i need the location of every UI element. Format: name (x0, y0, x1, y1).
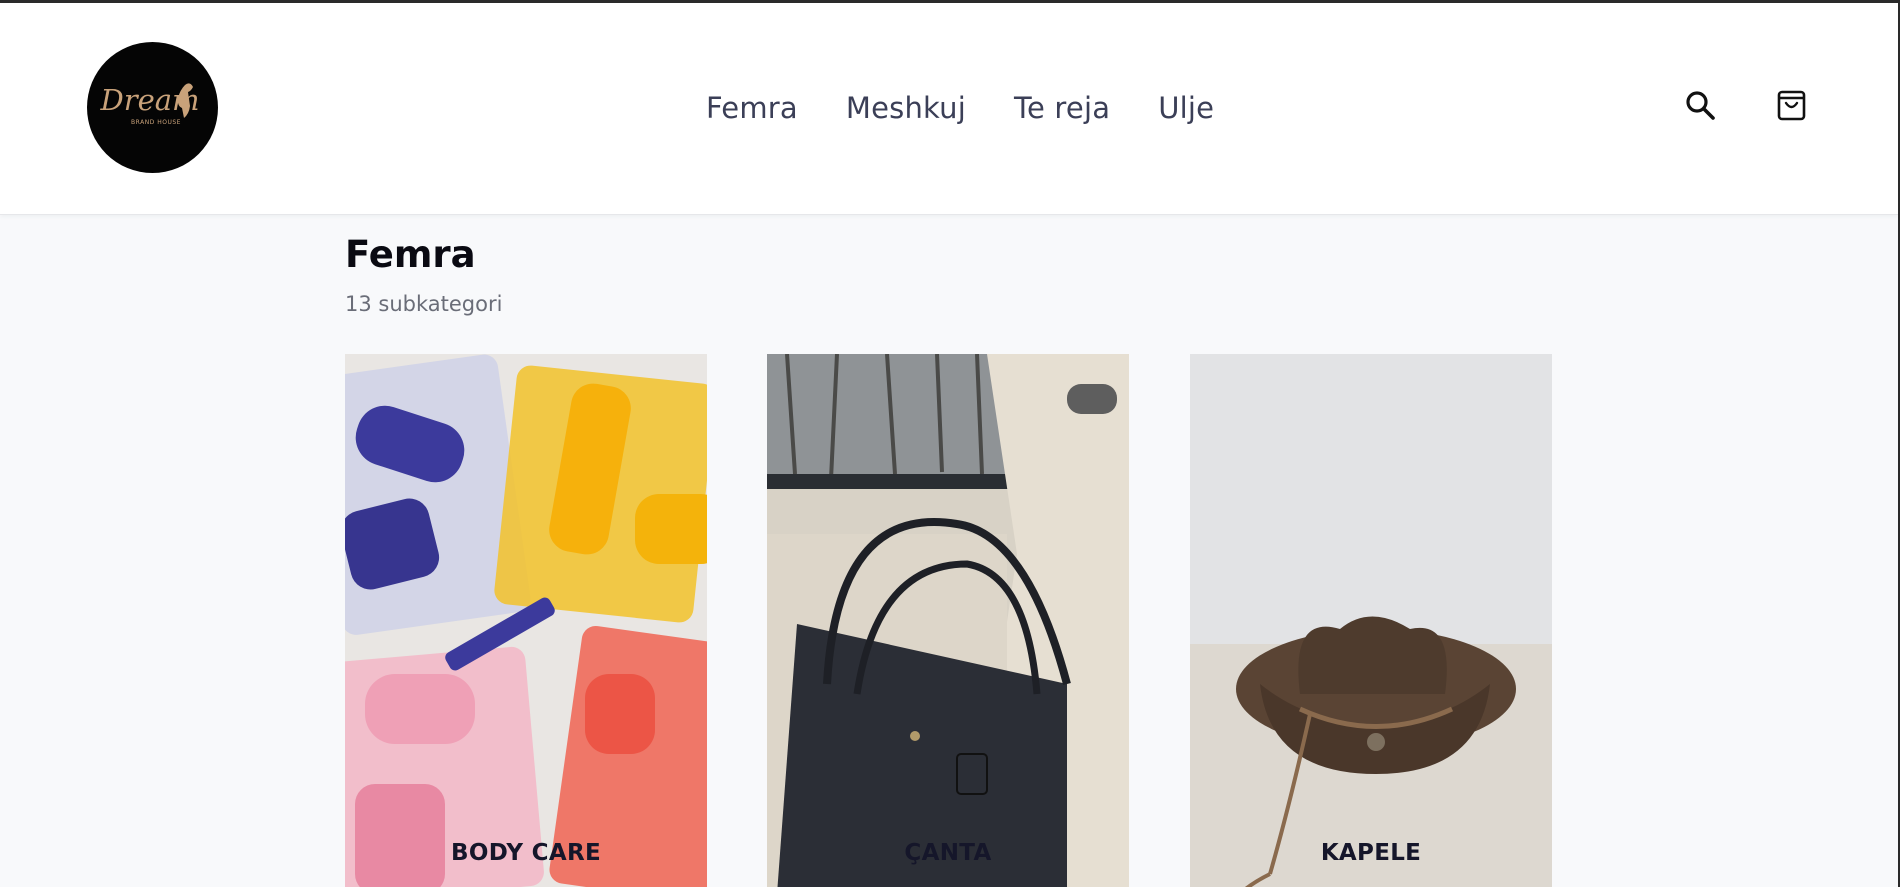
body-care-image (345, 354, 707, 887)
subcategory-count: 13 subkategori (345, 292, 503, 316)
main-nav: Femra Meshkuj Te reja Ulje (706, 91, 1214, 125)
page-title: Femra (345, 233, 476, 276)
search-button[interactable] (1681, 87, 1721, 127)
straw-hat-image (1190, 354, 1552, 887)
search-icon (1686, 91, 1715, 120)
nav-item-ulje[interactable]: Ulje (1158, 91, 1214, 125)
cart-button[interactable] (1772, 87, 1812, 127)
category-card-canta[interactable]: ÇANTA (767, 354, 1129, 887)
dream-logo-mark: Dream BRAND HOUSE (99, 83, 199, 126)
category-label: BODY CARE (451, 840, 601, 866)
page: Dream BRAND HOUSE Femra Meshkuj Te reja … (0, 3, 1898, 887)
shopping-bag-icon (1777, 90, 1806, 121)
category-card-body-care[interactable]: BODY CARE (345, 354, 707, 887)
category-label: KAPELE (1320, 840, 1422, 866)
nav-item-meshkuj[interactable]: Meshkuj (846, 91, 966, 125)
tote-bag-image (767, 354, 1129, 887)
category-label: ÇANTA (904, 840, 992, 866)
category-card-kapele[interactable]: KAPELE (1190, 354, 1552, 887)
site-header: Dream BRAND HOUSE Femra Meshkuj Te reja … (0, 3, 1898, 215)
nav-item-femra[interactable]: Femra (706, 91, 798, 125)
nav-item-te-reja[interactable]: Te reja (1014, 91, 1110, 125)
brand-logo[interactable]: Dream BRAND HOUSE (87, 42, 218, 173)
svg-text:BRAND HOUSE: BRAND HOUSE (131, 119, 181, 126)
